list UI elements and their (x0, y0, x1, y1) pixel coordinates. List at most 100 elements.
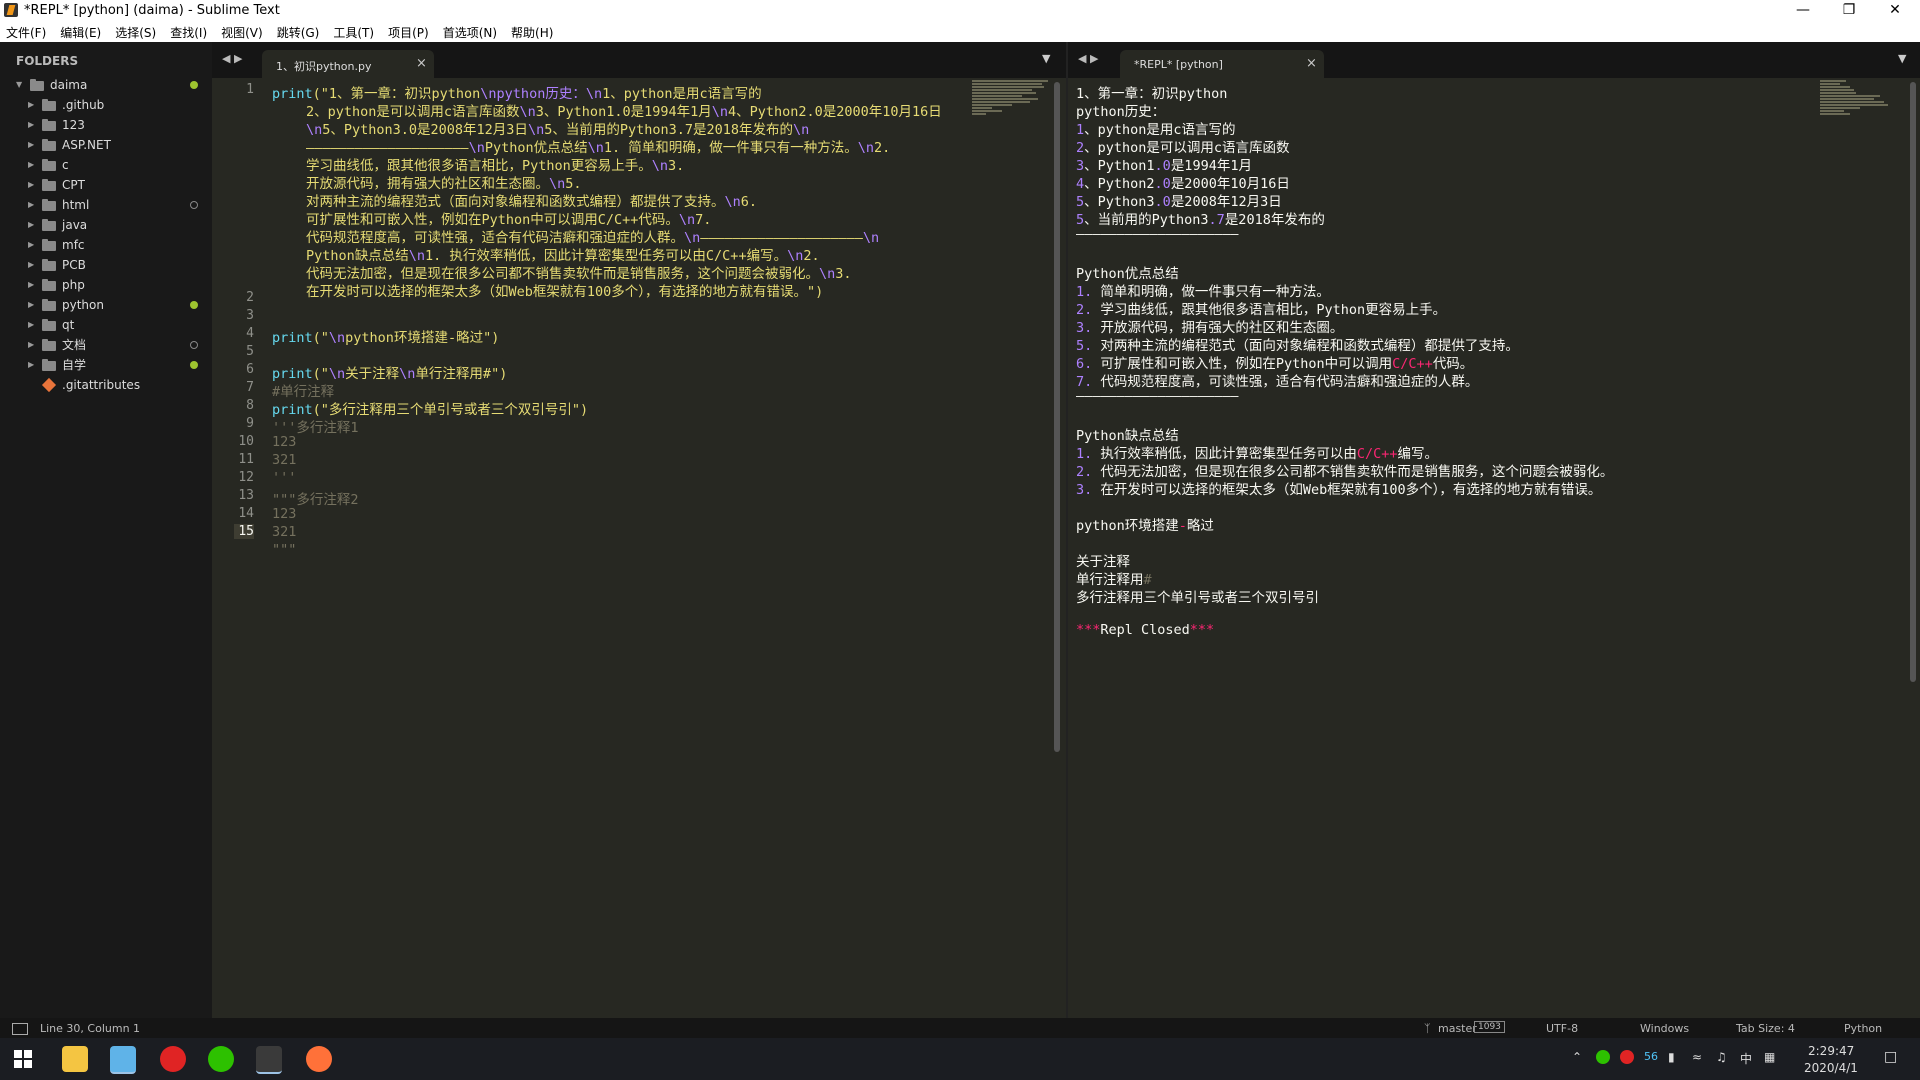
chevron-down-icon[interactable]: ▼ (16, 75, 22, 95)
line-number-current: 15 (234, 524, 254, 539)
menu-project[interactable]: 项目(P) (388, 24, 429, 41)
vertical-scrollbar[interactable] (1910, 82, 1916, 682)
menu-help[interactable]: 帮助(H) (511, 24, 553, 41)
tree-item-wendang[interactable]: ▶ 文档 (0, 335, 212, 355)
clock-date[interactable]: 2020/4/1 (1804, 1061, 1858, 1075)
chevron-right-icon[interactable]: ▶ (28, 295, 34, 315)
clock-time[interactable]: 2:29:47 (1808, 1044, 1854, 1058)
encoding-indicator[interactable]: UTF-8 (1546, 1022, 1578, 1035)
menu-file[interactable]: 文件(F) (6, 24, 46, 41)
menu-tools[interactable]: 工具(T) (333, 24, 374, 41)
tray-expand-icon[interactable]: ⌃ (1572, 1050, 1582, 1064)
tree-item-c[interactable]: ▶ c (0, 155, 212, 175)
sublime-text-taskbar-icon[interactable] (256, 1046, 282, 1074)
git-branch[interactable]: master (1438, 1022, 1477, 1035)
wechat-icon[interactable] (208, 1046, 234, 1072)
chevron-right-icon[interactable]: ▶ (28, 355, 34, 375)
menu-view[interactable]: 视图(V) (221, 24, 263, 41)
folder-open-icon (30, 79, 44, 91)
tree-item-aspnet[interactable]: ▶ ASP.NET (0, 135, 212, 155)
close-icon[interactable]: × (416, 56, 427, 71)
output-line: 5. 对两种主流的编程范式（面向对象编程和函数式编程）都提供了支持。 (1076, 334, 1519, 354)
windows-start-icon[interactable] (14, 1050, 32, 1068)
output-line: 7. 代码规范程度高，可读性强，适合有代码洁癖和强迫症的人群。 (1076, 370, 1478, 390)
close-icon[interactable]: × (1306, 56, 1317, 71)
menu-preferences[interactable]: 首选项(N) (443, 24, 497, 41)
code-line: #单行注释 (272, 384, 335, 400)
chevron-right-icon[interactable]: ▶ (28, 155, 34, 175)
chevron-right-icon[interactable]: ▶ (28, 255, 34, 275)
tab-list-dropdown-icon[interactable]: ▼ (1898, 52, 1906, 65)
tree-item-pcb[interactable]: ▶ PCB (0, 255, 212, 275)
tree-item-label: 文档 (62, 338, 87, 352)
folder-icon (42, 359, 56, 371)
tree-item-cpt[interactable]: ▶ CPT (0, 175, 212, 195)
tree-item-label: php (62, 278, 85, 292)
minimap[interactable] (972, 80, 1052, 140)
tree-item-mfc[interactable]: ▶ mfc (0, 235, 212, 255)
folder-icon (42, 339, 56, 351)
wifi-icon[interactable]: ≈ (1692, 1050, 1702, 1064)
tab-repl[interactable]: *REPL* [python] × (1120, 50, 1324, 78)
menu-find[interactable]: 查找(I) (170, 24, 207, 41)
wechat-tray-icon[interactable] (1596, 1050, 1610, 1064)
minimap-line (1820, 110, 1844, 112)
input-method-indicator[interactable]: 中 (1740, 1050, 1752, 1067)
minimap[interactable] (1820, 80, 1900, 140)
battery-icon[interactable]: ▮ (1668, 1050, 1675, 1064)
chevron-right-icon[interactable]: ▶ (28, 95, 34, 115)
tree-item-qt[interactable]: ▶ qt (0, 315, 212, 335)
notification-icon[interactable]: □ (1884, 1049, 1897, 1065)
tree-item-php[interactable]: ▶ php (0, 275, 212, 295)
repl-output-pane[interactable]: ◀ ▶ *REPL* [python] × ▼ 1、第一章：初识python p… (1068, 42, 1920, 1018)
tree-item-html[interactable]: ▶ html (0, 195, 212, 215)
tray-counter[interactable]: 56 (1644, 1050, 1658, 1063)
music-tray-icon[interactable] (1620, 1050, 1634, 1064)
code-token: \n (862, 230, 880, 246)
line-number: 6 (246, 362, 254, 377)
chevron-right-icon[interactable]: ▶ (28, 115, 34, 135)
menu-edit[interactable]: 编辑(E) (60, 24, 101, 41)
menu-selection[interactable]: 选择(S) (115, 24, 156, 41)
code-line: 开放源代码，拥有强大的社区和生态圈。\n5. (306, 172, 582, 192)
line-endings-indicator[interactable]: Windows (1640, 1022, 1689, 1035)
tree-item-python[interactable]: ▶ python (0, 295, 212, 315)
panel-toggle-icon[interactable] (12, 1023, 28, 1035)
syntax-indicator[interactable]: Python (1844, 1022, 1882, 1035)
chevron-right-icon[interactable]: ▶ (28, 315, 34, 335)
tab-nav-arrows-icon[interactable]: ◀ ▶ (1078, 52, 1098, 65)
chevron-right-icon[interactable]: ▶ (28, 235, 34, 255)
tab-nav-arrows-icon[interactable]: ◀ ▶ (222, 52, 242, 65)
restore-button[interactable]: ❐ (1826, 0, 1872, 22)
tree-item-gitattributes[interactable]: .gitattributes (0, 375, 212, 395)
tree-item-daima[interactable]: ▼ daima (0, 75, 212, 95)
tree-item-github[interactable]: ▶ .github (0, 95, 212, 115)
menu-goto[interactable]: 跳转(G) (277, 24, 320, 41)
volume-icon[interactable]: ♫ (1716, 1050, 1727, 1064)
minimap-line (972, 83, 1042, 85)
app-icon[interactable] (110, 1046, 136, 1074)
tab-list-dropdown-icon[interactable]: ▼ (1042, 52, 1050, 65)
chevron-right-icon[interactable]: ▶ (28, 195, 34, 215)
code-editor-pane[interactable]: ◀ ▶ 1、初识python.py × ▼ 1 2 3 4 5 6 7 8 9 … (212, 42, 1066, 1018)
chevron-right-icon[interactable]: ▶ (28, 275, 34, 295)
close-button[interactable]: ✕ (1872, 0, 1918, 22)
file-explorer-icon[interactable] (62, 1046, 88, 1072)
tree-item-zixue[interactable]: ▶ 自学 (0, 355, 212, 375)
firefox-icon[interactable] (306, 1046, 332, 1072)
chevron-right-icon[interactable]: ▶ (28, 215, 34, 235)
folder-icon (42, 179, 56, 191)
chevron-right-icon[interactable]: ▶ (28, 335, 34, 355)
minimap-line (972, 92, 1036, 94)
tree-item-123[interactable]: ▶ 123 (0, 115, 212, 135)
chevron-right-icon[interactable]: ▶ (28, 135, 34, 155)
vertical-scrollbar[interactable] (1054, 82, 1060, 752)
tab-size-indicator[interactable]: Tab Size: 4 (1736, 1022, 1795, 1035)
chevron-right-icon[interactable]: ▶ (28, 175, 34, 195)
input-mode-icon[interactable]: ▦ (1764, 1050, 1775, 1064)
minimize-button[interactable]: — (1780, 0, 1826, 22)
netease-music-icon[interactable] (160, 1046, 186, 1072)
tab-python-file[interactable]: 1、初识python.py × (262, 50, 434, 78)
tree-item-java[interactable]: ▶ java (0, 215, 212, 235)
folder-icon (42, 239, 56, 251)
